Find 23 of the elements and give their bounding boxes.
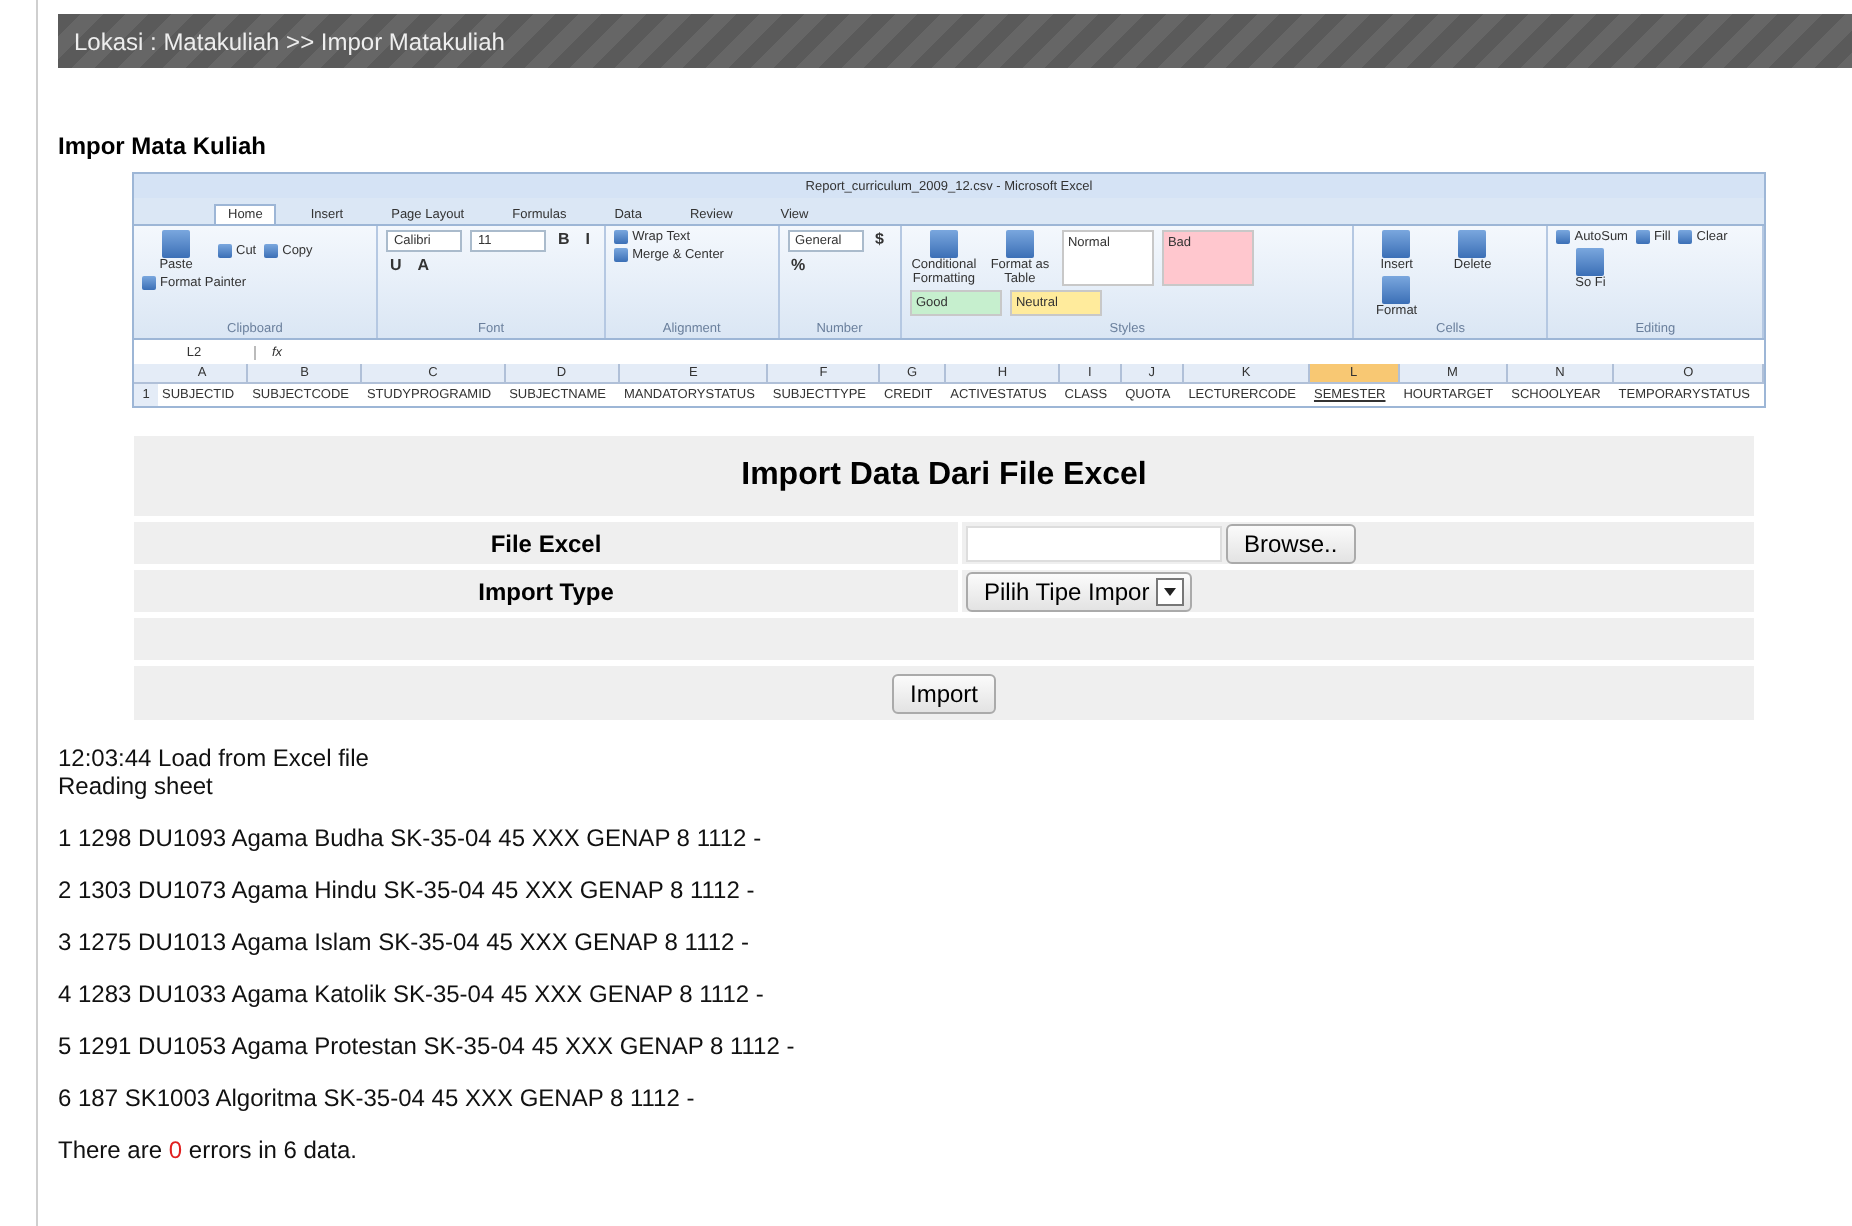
ribbon-command: A (415, 256, 431, 274)
log-line: 3 1275 DU1013 Agama Islam SK-35-04 45 XXX GENAP 8 1112 - (58, 928, 752, 956)
log-line: 5 1291 DU1053 Agama Protestan SK-35-04 45 XXX GENAP 8 1112 - (58, 1032, 797, 1060)
log-line: Reading sheet (58, 772, 215, 800)
import-type-select[interactable]: Pilih Tipe Impor (966, 571, 1192, 611)
field-label: Import Type (476, 577, 616, 605)
ribbon-command: I (583, 230, 592, 252)
ribbon-command: B (555, 230, 572, 252)
log-line: 6 187 SK1003 Algoritma SK-35-04 45 XXX GENAP 8 1112 - (58, 1084, 697, 1112)
field-label: File Excel (488, 529, 604, 557)
page-title: Impor Mata Kuliah (58, 132, 267, 160)
breadcrumb-bar: Lokasi : Matakuliah >> Impor Matakuliah (58, 14, 1852, 68)
ribbon-command: $ (873, 230, 886, 252)
log-line: 2 1303 DU1073 Agama Hindu SK-35-04 45 XXX GENAP 8 1112 - (58, 876, 757, 904)
log-line: 12:03:44 Load from Excel file (58, 744, 371, 772)
form-heading: Import Data Dari File Excel (741, 456, 1147, 496)
log-summary: There are 0 errors in 6 data. (58, 1136, 359, 1164)
ribbon-command: U (387, 256, 404, 274)
log-line: 1 1298 DU1093 Agama Budha SK-35-04 45 XXX GENAP 8 1112 - (58, 824, 764, 852)
log-line: 4 1283 DU1033 Agama Katolik SK-35-04 45 XXX GENAP 8 1112 - (58, 980, 766, 1008)
browse-button[interactable]: Browse.. (1226, 523, 1356, 563)
import-button[interactable]: Import (891, 673, 996, 713)
ribbon-command: % (789, 256, 808, 274)
